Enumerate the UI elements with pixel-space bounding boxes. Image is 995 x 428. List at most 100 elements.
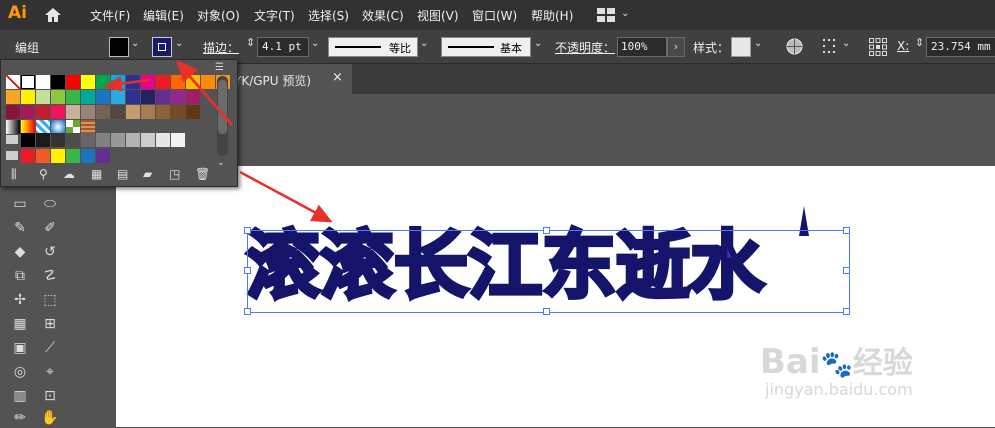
resize-handle-top-left[interactable] bbox=[244, 227, 251, 234]
menu-effect[interactable]: 效果(C) bbox=[362, 7, 404, 24]
new-color-group-icon[interactable]: ▰ bbox=[143, 167, 152, 181]
delete-swatch-icon[interactable]: 🗑 bbox=[195, 167, 210, 181]
rotate-tool-icon[interactable]: ↺ bbox=[39, 242, 61, 262]
swatch-color[interactable] bbox=[51, 105, 65, 119]
workspace-layout-icon[interactable] bbox=[597, 8, 615, 22]
swatch-color[interactable] bbox=[186, 75, 200, 89]
resize-handle-top[interactable] bbox=[543, 227, 550, 234]
slice-tool-icon[interactable]: ✏ bbox=[9, 408, 31, 428]
swatch-color[interactable] bbox=[156, 75, 170, 89]
swatch-registration[interactable] bbox=[21, 75, 35, 89]
align-icon[interactable] bbox=[823, 39, 839, 55]
swatch-color[interactable] bbox=[156, 90, 170, 104]
swatch-color[interactable] bbox=[156, 105, 170, 119]
swatch-color[interactable] bbox=[66, 75, 80, 89]
style-dropdown-icon[interactable]: ⌄ bbox=[754, 38, 762, 49]
close-tab-icon[interactable]: × bbox=[332, 70, 343, 85]
graphic-style-swatch[interactable] bbox=[731, 37, 751, 57]
panel-scrollbar[interactable] bbox=[217, 76, 228, 156]
symbol-sprayer-tool-icon[interactable]: ⌖ bbox=[39, 362, 61, 382]
swatch-color[interactable] bbox=[126, 75, 140, 89]
swatch-gray[interactable] bbox=[21, 133, 35, 147]
opacity-arrow-button[interactable]: › bbox=[667, 37, 685, 57]
profile-dropdown-icon[interactable]: ⌄ bbox=[420, 38, 428, 49]
workspace-chevron-icon[interactable]: ⌄ bbox=[621, 8, 629, 19]
panel-menu-icon[interactable]: ☰ bbox=[215, 62, 231, 73]
menu-select[interactable]: 选择(S) bbox=[308, 7, 349, 24]
variable-width-profile[interactable]: 等比 bbox=[328, 37, 418, 57]
swatch-color[interactable] bbox=[141, 75, 155, 89]
scroll-down-icon[interactable]: ⌄ bbox=[217, 158, 225, 168]
swatch-pattern[interactable] bbox=[6, 120, 20, 134]
swatch-gray[interactable] bbox=[126, 133, 140, 147]
fill-dropdown-icon[interactable]: ⌄ bbox=[131, 38, 139, 49]
perspective-grid-tool-icon[interactable]: ▦ bbox=[9, 314, 31, 334]
menu-file[interactable]: 文件(F) bbox=[90, 7, 130, 24]
swatch-color[interactable] bbox=[66, 90, 80, 104]
stroke-weight-dropdown-icon[interactable]: ⌄ bbox=[311, 38, 319, 49]
new-swatch-icon[interactable]: ◳ bbox=[169, 167, 180, 181]
swatch-color[interactable] bbox=[171, 105, 185, 119]
stroke-dropdown-icon[interactable]: ⌄ bbox=[175, 38, 183, 49]
graph-tool-icon[interactable]: ▥ bbox=[9, 386, 31, 406]
swatch-color[interactable] bbox=[96, 105, 110, 119]
swatch-color[interactable] bbox=[126, 90, 140, 104]
opacity-field[interactable]: 100% bbox=[617, 37, 667, 57]
swatch-gray[interactable] bbox=[96, 133, 110, 147]
menu-edit[interactable]: 编辑(E) bbox=[143, 7, 184, 24]
brush-definition[interactable]: 基本 bbox=[441, 37, 531, 57]
swatch-gray[interactable] bbox=[171, 133, 185, 147]
swatch-pattern[interactable] bbox=[36, 120, 50, 134]
color-group-folder-icon[interactable] bbox=[6, 151, 18, 160]
swatch-color[interactable] bbox=[81, 90, 95, 104]
resize-handle-bottom[interactable] bbox=[543, 308, 550, 315]
blob-brush-tool-icon[interactable]: ✐ bbox=[39, 218, 61, 238]
mesh-tool-icon[interactable]: ⊞ bbox=[39, 314, 61, 334]
swatch-color[interactable] bbox=[51, 75, 65, 89]
swatch-gray[interactable] bbox=[156, 133, 170, 147]
swatch-bright[interactable] bbox=[66, 149, 80, 163]
resize-handle-bottom-left[interactable] bbox=[244, 308, 251, 315]
swatch-color[interactable] bbox=[126, 105, 140, 119]
swatch-pattern[interactable] bbox=[51, 120, 65, 134]
stroke-stepper-icon[interactable]: ⇕ bbox=[246, 36, 255, 49]
paintbrush-tool-icon[interactable]: ✎ bbox=[9, 218, 31, 238]
swatch-color[interactable] bbox=[51, 90, 65, 104]
brush-dropdown-icon[interactable]: ⌄ bbox=[534, 38, 542, 49]
swatch-color[interactable] bbox=[81, 105, 95, 119]
swatch-gray[interactable] bbox=[81, 133, 95, 147]
menu-type[interactable]: 文字(T) bbox=[254, 7, 295, 24]
fill-color-swatch[interactable] bbox=[109, 37, 129, 57]
swatch-bright[interactable] bbox=[81, 149, 95, 163]
x-position-field[interactable]: 23.754 mm bbox=[926, 37, 995, 57]
resize-handle-bottom-right[interactable] bbox=[843, 308, 850, 315]
swatch-pattern[interactable] bbox=[66, 120, 80, 134]
swatch-kind-icon[interactable]: ⚲ bbox=[39, 167, 48, 181]
gradient-tool-icon[interactable]: ▣ bbox=[9, 338, 31, 358]
swatch-color[interactable] bbox=[96, 90, 110, 104]
swatch-color[interactable] bbox=[36, 90, 50, 104]
swatch-color[interactable] bbox=[111, 105, 125, 119]
reference-point-icon[interactable] bbox=[869, 38, 887, 56]
menu-window[interactable]: 窗口(W) bbox=[472, 7, 517, 24]
home-icon[interactable] bbox=[44, 7, 62, 23]
swatch-color[interactable] bbox=[36, 105, 50, 119]
swatch-none[interactable] bbox=[6, 75, 20, 89]
free-transform-tool-icon[interactable]: ⬚ bbox=[39, 290, 61, 310]
swatch-color[interactable] bbox=[141, 105, 155, 119]
swatch-color[interactable] bbox=[21, 105, 35, 119]
color-group-folder-icon[interactable] bbox=[6, 135, 18, 144]
selection-bounding-box[interactable] bbox=[247, 230, 850, 313]
swatch-color[interactable] bbox=[186, 90, 200, 104]
swatch-gray[interactable] bbox=[141, 133, 155, 147]
swatch-color[interactable] bbox=[81, 75, 95, 89]
swatch-gray[interactable] bbox=[36, 133, 50, 147]
swatch-color[interactable] bbox=[66, 105, 80, 119]
stroke-weight-field[interactable]: 4.1 pt bbox=[257, 37, 309, 57]
resize-handle-left[interactable] bbox=[244, 267, 251, 274]
stroke-label[interactable]: 描边： bbox=[203, 39, 239, 56]
resize-handle-top-right[interactable] bbox=[843, 227, 850, 234]
swatch-gray[interactable] bbox=[66, 133, 80, 147]
show-swatch-kinds-icon[interactable]: ▦ bbox=[91, 167, 102, 181]
swatch-color[interactable] bbox=[6, 90, 20, 104]
